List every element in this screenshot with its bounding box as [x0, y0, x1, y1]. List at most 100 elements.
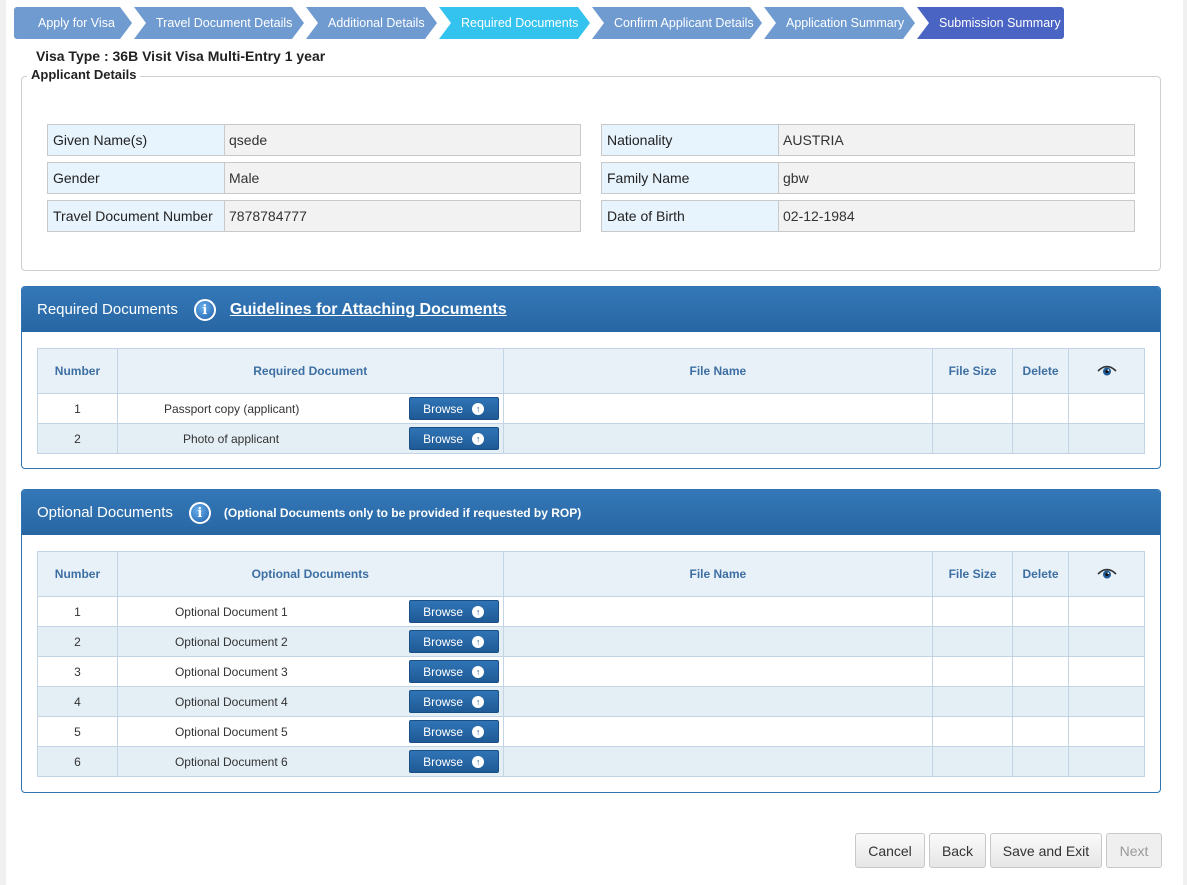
browse-button[interactable]: Browse ↑	[408, 600, 499, 623]
step-travel-document-details[interactable]: Travel Document Details	[134, 7, 304, 39]
guidelines-link[interactable]: Guidelines for Attaching Documents	[230, 301, 507, 319]
table-row: 6 Optional Document 6 Browse ↑	[37, 746, 1145, 777]
step-apply-for-visa[interactable]: Apply for Visa	[14, 7, 132, 39]
column-header-view	[1068, 348, 1145, 394]
step-confirm-applicant-details[interactable]: Confirm Applicant Details	[592, 7, 762, 39]
column-header-document: Optional Documents	[116, 551, 504, 597]
step-additional-details[interactable]: Additional Details	[306, 7, 437, 39]
required-documents-header: Required Documents i Guidelines for Atta…	[22, 287, 1160, 332]
browse-label: Browse	[423, 401, 464, 416]
date-of-birth-field: Date of Birth 02-12-1984	[601, 200, 1135, 232]
view-cell	[1068, 626, 1145, 657]
document-name: Optional Document 1	[174, 605, 288, 619]
date-of-birth-label: Date of Birth	[602, 201, 779, 231]
step-submission-summary[interactable]: Submission Summary	[917, 7, 1064, 39]
document-name: Passport copy (applicant)	[163, 402, 300, 416]
browse-label: Browse	[423, 634, 464, 649]
column-header-view	[1068, 551, 1145, 597]
delete-cell	[1012, 656, 1070, 687]
nationality-field: Nationality AUSTRIA	[601, 124, 1135, 156]
cancel-button[interactable]: Cancel	[855, 833, 925, 868]
row-number: 6	[37, 746, 118, 777]
gender-field: Gender Male	[47, 162, 581, 194]
file-size-cell	[932, 746, 1014, 777]
file-size-cell	[932, 656, 1014, 687]
document-cell: Photo of applicant Browse ↑	[116, 423, 504, 454]
step-required-documents[interactable]: Required Documents	[439, 7, 590, 39]
browse-button[interactable]: Browse ↑	[408, 630, 499, 653]
browse-button[interactable]: Browse ↑	[408, 720, 499, 743]
view-cell	[1068, 393, 1145, 424]
visa-type: Visa Type : 36B Visit Visa Multi-Entry 1…	[36, 48, 325, 64]
visa-type-value: : 36B Visit Visa Multi-Entry 1 year	[103, 48, 326, 64]
file-size-cell	[932, 626, 1014, 657]
file-size-cell	[932, 716, 1014, 747]
row-number: 4	[37, 686, 118, 717]
required-documents-table: Number Required Document File Name File …	[37, 348, 1145, 454]
row-number: 1	[37, 596, 118, 627]
view-cell	[1068, 746, 1145, 777]
delete-cell	[1012, 746, 1070, 777]
delete-cell	[1012, 716, 1070, 747]
info-icon[interactable]: i	[193, 298, 216, 321]
browse-label: Browse	[423, 754, 464, 769]
document-cell: Optional Document 5 Browse ↑	[116, 716, 504, 747]
date-of-birth-value: 02-12-1984	[779, 201, 1134, 231]
file-name-cell	[502, 596, 934, 627]
document-name: Optional Document 6	[174, 755, 288, 769]
view-cell	[1068, 686, 1145, 717]
file-name-cell	[502, 423, 934, 454]
document-name: Optional Document 2	[174, 635, 288, 649]
page-right-edge	[1183, 0, 1187, 885]
table-row: 3 Optional Document 3 Browse ↑	[37, 656, 1145, 687]
eye-icon	[1096, 365, 1117, 375]
family-name-value: gbw	[779, 163, 1134, 193]
file-name-cell	[502, 746, 934, 777]
table-row: 1 Passport copy (applicant) Browse ↑	[37, 393, 1145, 424]
table-row: 5 Optional Document 5 Browse ↑	[37, 716, 1145, 747]
required-documents-panel: Required Documents i Guidelines for Atta…	[21, 286, 1161, 469]
document-name: Optional Document 3	[174, 665, 288, 679]
gender-label: Gender	[48, 163, 225, 193]
given-name-field: Given Name(s) qsede	[47, 124, 581, 156]
info-icon[interactable]: i	[188, 501, 211, 524]
next-button[interactable]: Next	[1106, 833, 1162, 868]
save-and-exit-button[interactable]: Save and Exit	[990, 833, 1102, 868]
browse-button[interactable]: Browse ↑	[408, 660, 499, 683]
family-name-label: Family Name	[602, 163, 779, 193]
upload-icon: ↑	[472, 432, 485, 445]
delete-cell	[1012, 596, 1070, 627]
column-header-number: Number	[37, 348, 118, 394]
row-number: 1	[37, 393, 118, 424]
row-number: 2	[37, 423, 118, 454]
view-cell	[1068, 656, 1145, 687]
upload-icon: ↑	[472, 605, 485, 618]
delete-cell	[1012, 393, 1070, 424]
delete-cell	[1012, 626, 1070, 657]
document-cell: Optional Document 3 Browse ↑	[116, 656, 504, 687]
browse-button[interactable]: Browse ↑	[408, 397, 499, 420]
browse-label: Browse	[423, 664, 464, 679]
browse-label: Browse	[423, 431, 464, 446]
step-application-summary[interactable]: Application Summary	[764, 7, 915, 39]
upload-icon: ↑	[472, 402, 485, 415]
view-cell	[1068, 716, 1145, 747]
back-button[interactable]: Back	[929, 833, 986, 868]
file-name-cell	[502, 656, 934, 687]
browse-button[interactable]: Browse ↑	[408, 427, 499, 450]
optional-documents-header: Optional Documents i (Optional Documents…	[22, 490, 1160, 535]
column-header-document: Required Document	[116, 348, 504, 394]
file-size-cell	[932, 423, 1014, 454]
browse-button[interactable]: Browse ↑	[408, 690, 499, 713]
document-name: Optional Document 4	[174, 695, 288, 709]
document-cell: Optional Document 4 Browse ↑	[116, 686, 504, 717]
browse-button[interactable]: Browse ↑	[408, 750, 499, 773]
upload-icon: ↑	[472, 665, 485, 678]
table-row: 4 Optional Document 4 Browse ↑	[37, 686, 1145, 717]
file-size-cell	[932, 686, 1014, 717]
table-row: 2 Optional Document 2 Browse ↑	[37, 626, 1145, 657]
row-number: 3	[37, 656, 118, 687]
visa-type-label: Visa Type	[36, 48, 101, 64]
column-header-delete: Delete	[1012, 551, 1070, 597]
column-header-file-name: File Name	[502, 551, 934, 597]
